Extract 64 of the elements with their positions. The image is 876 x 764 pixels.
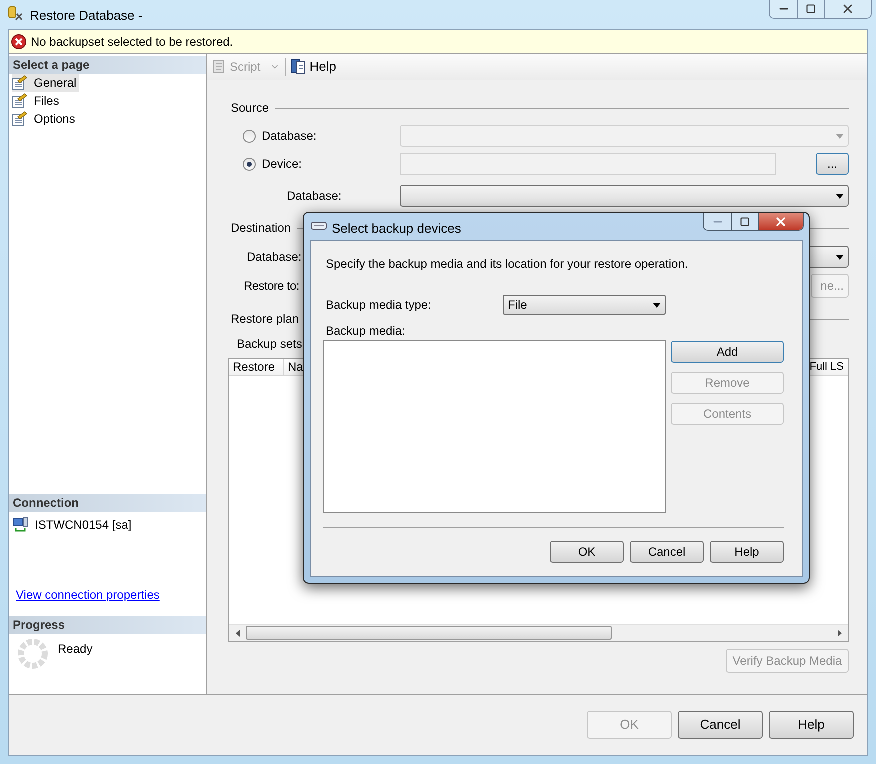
field-label: Backup media type: <box>325 297 432 314</box>
server-name: ISTWCN0154 [sa] <box>35 517 132 534</box>
backup-database-dropdown[interactable] <box>400 185 849 207</box>
dialog-button[interactable]: OK <box>550 541 624 563</box>
help-button[interactable]: Help <box>290 57 338 77</box>
group-title: Restore plan <box>231 311 300 328</box>
dropdown-arrow-icon <box>653 302 661 308</box>
page-icon <box>12 75 28 91</box>
column-header[interactable]: Full LS <box>806 359 848 375</box>
dropdown-arrow-icon <box>836 194 844 198</box>
group-title: Destination <box>231 220 292 237</box>
scroll-left-icon <box>236 630 240 636</box>
error-message: No backupset selected to be restored. <box>31 34 234 50</box>
dialog-button[interactable]: Help <box>710 541 784 563</box>
dialog-side-button[interactable]: Add <box>671 341 784 363</box>
dropdown-arrow-icon <box>836 134 844 138</box>
sidebar-item[interactable]: Files <box>12 92 62 110</box>
scroll-right-icon <box>838 630 842 636</box>
minimize-button[interactable] <box>704 213 732 230</box>
dialog-button[interactable]: Cancel <box>678 711 763 739</box>
group-title: Source <box>231 100 270 117</box>
maximize-button[interactable] <box>732 213 759 230</box>
dialog-button[interactable]: Help <box>769 711 854 739</box>
horizontal-scrollbar[interactable] <box>229 624 848 641</box>
page-icon <box>12 111 28 127</box>
scrollbar-thumb[interactable] <box>246 626 612 640</box>
column-header[interactable]: Restore <box>229 359 284 375</box>
window-title: Restore Database - <box>30 7 143 25</box>
close-icon <box>774 214 788 228</box>
instruction-text: Specify the backup media and its location for your restore operation. <box>326 256 690 273</box>
browse-button[interactable]: ... <box>816 153 849 175</box>
close-icon <box>841 2 855 16</box>
database-tools-icon <box>8 6 24 22</box>
dialog-button[interactable]: Cancel <box>630 541 704 563</box>
maximize-icon <box>740 216 750 226</box>
sidebar-item[interactable]: Options <box>12 110 78 128</box>
close-button[interactable] <box>825 0 871 18</box>
sidebar-item[interactable]: General <box>12 74 79 92</box>
radio-button[interactable] <box>243 158 256 170</box>
maximize-button[interactable] <box>798 0 825 18</box>
radio-button[interactable] <box>243 130 256 142</box>
field-label: Restore to: <box>244 278 300 295</box>
device-field[interactable] <box>400 153 776 175</box>
field-label: Backup media: <box>326 323 406 337</box>
field-label: Database: <box>287 189 342 203</box>
radio-option[interactable]: Database: <box>228 127 400 145</box>
help-book-icon <box>290 59 307 75</box>
radio-option[interactable]: Device: <box>228 155 400 173</box>
server-connection-icon <box>13 517 29 533</box>
section-header: Connection <box>9 494 206 512</box>
media-type-dropdown[interactable]: File <box>503 295 666 315</box>
backup-sets-label: Backup sets <box>237 336 304 351</box>
progress-spinner-icon <box>17 638 49 670</box>
connection-properties-link[interactable]: View connection properties <box>16 586 206 604</box>
progress-status: Ready <box>58 641 93 658</box>
maximize-icon <box>806 4 816 14</box>
field-label: Database: <box>247 250 302 264</box>
section-header: Progress <box>9 616 206 634</box>
error-icon <box>11 34 27 50</box>
dialog-title: Select backup devices <box>332 220 462 238</box>
close-button[interactable] <box>759 213 803 230</box>
section-header: Select a page <box>9 56 206 74</box>
page-icon <box>12 93 28 109</box>
dropdown-arrow-icon <box>836 254 844 260</box>
